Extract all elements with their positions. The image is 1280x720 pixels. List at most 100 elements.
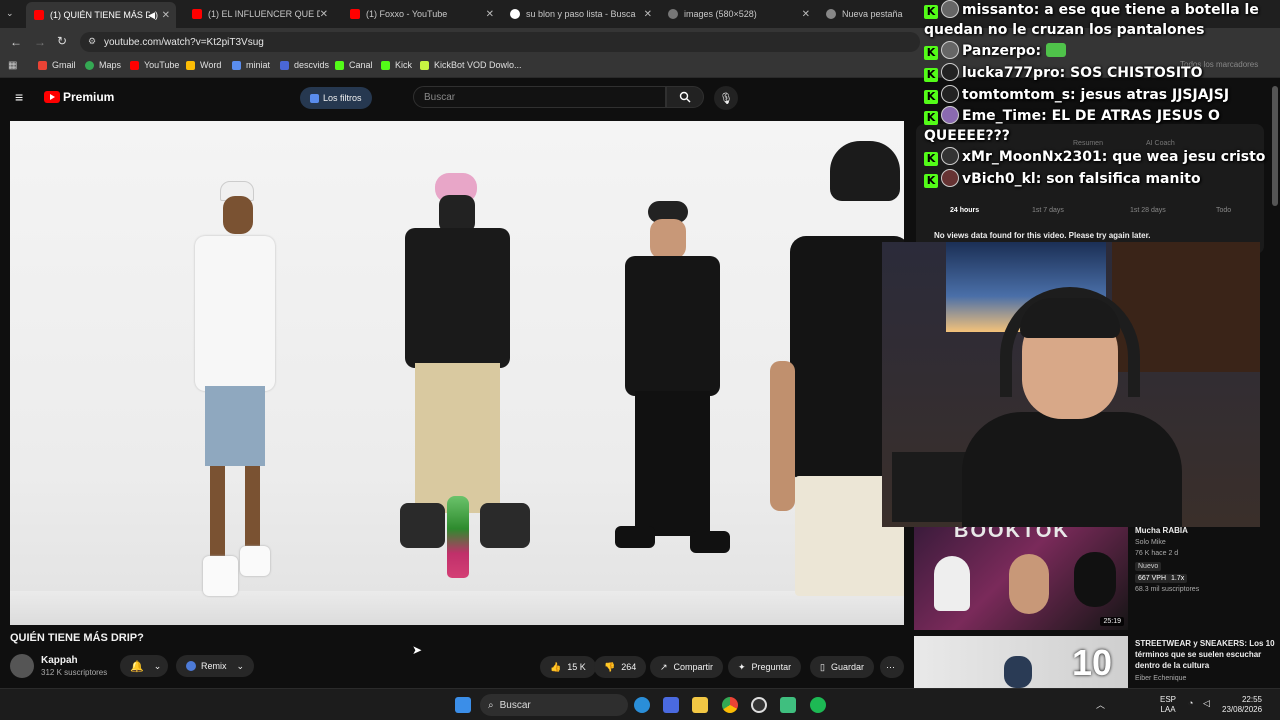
bookmark-word[interactable]: Word — [186, 60, 221, 70]
capcut-icon[interactable] — [780, 697, 796, 713]
voice-search-mic-icon[interactable]: 🎙 — [714, 86, 738, 110]
kick-icon — [381, 60, 390, 70]
channel-avatar[interactable] — [10, 654, 34, 678]
share-button[interactable]: ↗ Compartir — [650, 656, 724, 678]
forward-arrow-icon[interactable]: → — [34, 35, 46, 49]
green-emote-icon — [1045, 43, 1066, 57]
video-player[interactable] — [10, 121, 904, 625]
search-button[interactable] — [666, 86, 704, 108]
remix-icon — [186, 661, 196, 671]
apps-grid-icon[interactable]: ▦ — [8, 60, 17, 71]
store-icon[interactable] — [663, 697, 679, 713]
bookmark-youtube[interactable]: YouTube — [130, 60, 179, 70]
recommended-title[interactable]: Mucha RABIA — [1135, 526, 1188, 535]
lang-indicator[interactable]: ESP LAA — [1160, 695, 1176, 715]
youtube-logo[interactable]: Premium — [44, 90, 114, 104]
spotify-icon[interactable] — [810, 697, 826, 713]
chat-message: K Eme_Time: EL DE ATRAS JESUS O QUEEEE??? — [924, 106, 1220, 144]
streamer-body — [962, 412, 1182, 527]
chat-message: Kmissanto: a ese que tiene a botella le … — [924, 0, 1259, 38]
tray-chevron-icon[interactable]: ︿ — [1096, 698, 1105, 711]
bookmark-kickbot[interactable]: KickBot VOD Dowlo... — [420, 60, 522, 70]
bookmark-miniat[interactable]: miniat — [232, 60, 270, 70]
url-field[interactable]: ⚙ youtube.com/watch?v=Kt2piT3Vsug — [80, 32, 920, 52]
tab-foxxo[interactable]: (1) Foxxo - YouTube ✕ — [342, 4, 500, 24]
bookmark-maps[interactable]: Maps — [85, 60, 121, 70]
recommended-channel[interactable]: Eiber Echenique — [1135, 675, 1186, 682]
ask-button[interactable]: ✦ Preguntar — [728, 656, 802, 678]
kick-badge-icon: K — [924, 90, 938, 104]
file-explorer-icon[interactable] — [692, 697, 708, 713]
reload-icon[interactable]: ↻ — [57, 34, 67, 48]
volume-icon[interactable]: ◁ — [1203, 698, 1210, 709]
bookmark-descvids[interactable]: descvids — [280, 60, 329, 70]
channel-subscribers: 68.3 mil suscriptores — [1135, 586, 1200, 593]
video-duration: 25:19 — [1100, 617, 1124, 626]
tab-close-icon[interactable]: ✕ — [320, 9, 328, 20]
windows-start-icon[interactable] — [455, 697, 471, 713]
bookmark-gmail[interactable]: Gmail — [38, 60, 76, 70]
person-white-shirt — [185, 181, 285, 601]
tab-audio-icon[interactable]: ◀) — [148, 10, 158, 21]
bookmark-canal[interactable]: Canal — [335, 60, 373, 70]
youtube-favicon-icon — [34, 10, 44, 20]
subscriber-count: 312 K suscriptores — [41, 668, 108, 677]
youtube-play-icon — [44, 91, 60, 103]
tab-list-chevron-icon[interactable]: ⌄ — [6, 8, 14, 19]
dislike-button[interactable]: 👎 264 — [594, 656, 647, 678]
thumbnail-text: 10 — [1072, 642, 1113, 683]
recommended-title[interactable]: STREETWEAR y SNEAKERS: Los 10 términos q… — [1135, 638, 1275, 671]
mouse-cursor-icon: ➤ — [412, 643, 423, 657]
tab-close-icon[interactable]: ✕ — [644, 9, 652, 20]
save-button[interactable]: ▯ Guardar — [810, 656, 874, 678]
chrome-icon[interactable] — [722, 697, 738, 713]
recommended-channel[interactable]: Solo Mike — [1135, 539, 1166, 546]
period-tab-24h[interactable]: 24 hours — [950, 207, 979, 214]
menu-hamburger-icon[interactable]: ≡ — [15, 89, 23, 105]
search-input[interactable]: Buscar — [413, 86, 666, 108]
tab-google-search[interactable]: su blon y paso lista - Buscar co ✕ — [502, 4, 658, 24]
vph-badge: 667 VPH — [1135, 574, 1170, 583]
obs-icon[interactable] — [751, 697, 767, 713]
tab-quien-tiene-mas-drip[interactable]: (1) QUIÉN TIENE MÁS DRIP ◀) ✕ — [26, 2, 176, 28]
tab-nueva-pestana[interactable]: Nueva pestaña — [818, 4, 910, 24]
tab-label: su blon y paso lista - Buscar co — [526, 9, 636, 19]
chevron-down-icon: ⌄ — [236, 660, 245, 671]
kickbot-icon — [420, 60, 429, 70]
taskbar-search-box[interactable]: ⌕ Buscar — [480, 694, 628, 716]
tab-label: (1) EL INFLUENCER QUE DIÓ DI — [208, 9, 320, 19]
site-info-icon[interactable]: ⚙ — [88, 36, 96, 47]
edge-icon[interactable] — [634, 697, 650, 713]
more-actions-button[interactable]: ⋯ — [880, 656, 904, 678]
bookmark-kick[interactable]: Kick — [381, 60, 412, 70]
chat-message: KxMr_MoonNx2301: que wea jesu cristo — [924, 146, 1280, 168]
remix-button[interactable]: Remix ⌄ — [176, 655, 255, 677]
chat-message: Klucka777pro: SOS CHISTOSITO — [924, 62, 1280, 84]
tab-close-icon[interactable]: ✕ — [162, 10, 170, 21]
back-arrow-icon[interactable]: ← — [10, 35, 22, 49]
filters-button[interactable]: Los filtros — [300, 87, 372, 109]
channel-name[interactable]: Kappah — [41, 655, 78, 666]
more-dots-icon: ⋯ — [886, 661, 895, 672]
like-button[interactable]: 👍 15 K — [540, 656, 596, 678]
period-tab-7d[interactable]: 1st 7 days — [1032, 207, 1064, 214]
notifications-button[interactable]: 🔔 ⌄ — [120, 655, 168, 677]
tab-close-icon[interactable]: ✕ — [486, 9, 494, 20]
kick-badge-icon: K — [924, 68, 938, 82]
recommended-thumbnail[interactable]: BOOKTOK 25:19 — [914, 526, 1128, 630]
period-tab-28d[interactable]: 1st 28 days — [1130, 207, 1166, 214]
sparkle-icon: ✦ — [738, 661, 746, 672]
chat-message: KvBich0_kl: son falsifica manito — [924, 168, 1280, 190]
period-tab-all[interactable]: Todo — [1216, 207, 1231, 214]
premium-label: Premium — [63, 90, 115, 104]
recommended-thumbnail[interactable]: 10 — [914, 636, 1128, 688]
tab-images[interactable]: images (580×528) ✕ — [660, 4, 816, 24]
chat-message: Ktomtomtom_s: jesus atras JJSJAJSJ — [924, 84, 1280, 106]
clock[interactable]: 22:55 23/08/2026 — [1222, 695, 1262, 715]
recommended-meta: 76 K hace 2 d — [1135, 550, 1179, 557]
streamer-webcam — [882, 242, 1260, 527]
tab-close-icon[interactable]: ✕ — [802, 9, 810, 20]
windows-taskbar: ⌕ Buscar ︿ ESP LAA ◔ ◁ 22:55 23/08/2026 — [0, 688, 1280, 720]
wifi-icon[interactable]: ◔ — [1188, 698, 1193, 708]
tab-el-influencer[interactable]: (1) EL INFLUENCER QUE DIÓ DI ✕ — [184, 4, 334, 24]
